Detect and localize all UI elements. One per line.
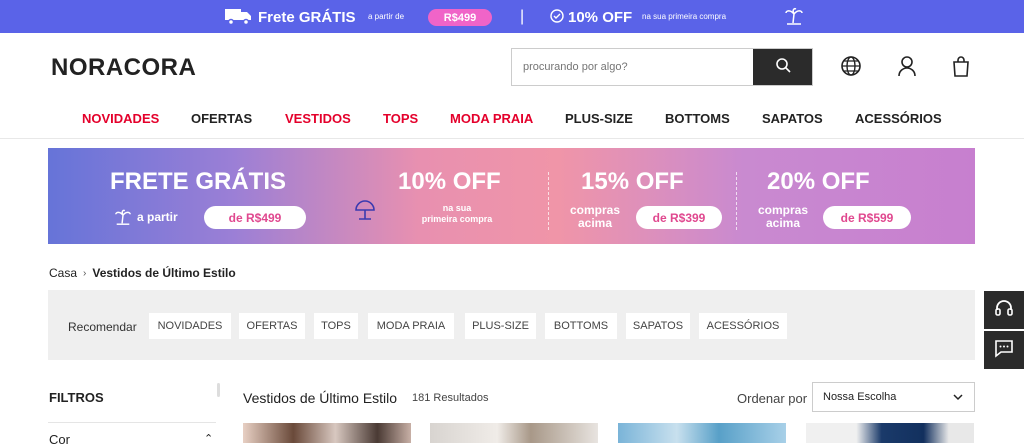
recommend-chip-sapatos[interactable]: SAPATOS xyxy=(626,313,690,339)
filters-title: FILTROS xyxy=(49,390,104,405)
header-divider xyxy=(0,138,1024,139)
banner-20-sub2: acima xyxy=(765,216,801,230)
banner-10-sub1: na sua xyxy=(442,203,472,213)
recommend-chip-ofertas[interactable]: OFERTAS xyxy=(239,313,305,339)
banner-free-pill: de R$499 xyxy=(204,206,306,229)
banner-10-off: 10% OFF xyxy=(398,168,501,195)
recommend-bar: Recomendar NOVIDADES OFERTAS TOPS MODA P… xyxy=(48,290,975,360)
recommend-chip-novidades[interactable]: NOVIDADES xyxy=(149,313,231,339)
search-box xyxy=(511,48,813,86)
filters-scrollbar[interactable] xyxy=(217,383,220,397)
promo-discount: 10% OFF xyxy=(568,9,633,26)
chevron-right-icon: › xyxy=(83,267,87,279)
chevron-up-icon[interactable]: ⌃ xyxy=(204,432,213,445)
banner-divider xyxy=(736,172,737,230)
banner-10-sub2: primeira compra xyxy=(421,214,493,224)
banner-20-off: 20% OFF xyxy=(767,168,870,195)
promo-bar: Frete GRÁTIS a partir de R$499 | 10% OFF… xyxy=(0,0,1024,33)
promo-banner[interactable]: FRETE GRÁTIS a partir de R$499 10% OFF n… xyxy=(48,148,975,244)
banner-15-sub1: compras xyxy=(569,203,621,217)
badge-icon xyxy=(550,9,564,28)
breadcrumb-current: Vestidos de Último Estilo xyxy=(92,266,236,280)
banner-20-pill: de R$599 xyxy=(823,206,911,229)
nav-item-ofertas[interactable]: OFERTAS xyxy=(191,111,252,126)
search-button[interactable] xyxy=(753,49,812,85)
promo-separator: | xyxy=(520,8,525,25)
recommend-chip-tops[interactable]: TOPS xyxy=(314,313,358,339)
nav-item-vestidos[interactable]: VESTIDOS xyxy=(285,111,351,126)
banner-15-sub2: acima xyxy=(577,216,613,230)
banner-20-sub1: compras xyxy=(757,203,809,217)
recommend-chip-plus-size[interactable]: PLUS-SIZE xyxy=(465,313,536,339)
customer-service-button[interactable] xyxy=(984,291,1024,329)
main-nav: NOVIDADES OFERTAS VESTIDOS TOPS MODA PRA… xyxy=(0,108,1024,138)
beach-umbrella-icon xyxy=(353,198,377,227)
product-image[interactable] xyxy=(243,423,411,443)
bag-icon[interactable] xyxy=(950,55,972,82)
sort-select[interactable]: Nossa Escolha xyxy=(812,382,975,412)
globe-icon[interactable] xyxy=(840,55,862,82)
chat-button[interactable] xyxy=(984,331,1024,369)
recommend-chip-acessorios[interactable]: ACESSÓRIOS xyxy=(699,313,787,339)
nav-item-bottoms[interactable]: BOTTOMS xyxy=(665,111,730,126)
sort-label: Ordenar por xyxy=(737,391,808,406)
user-icon[interactable] xyxy=(896,55,918,82)
truck-icon xyxy=(225,7,253,30)
chat-icon xyxy=(993,337,1015,364)
palm-tree-icon xyxy=(784,6,804,31)
product-image[interactable] xyxy=(430,423,598,443)
search-input[interactable] xyxy=(512,49,753,85)
promo-price-pill: R$499 xyxy=(428,9,492,26)
product-image[interactable] xyxy=(618,423,786,443)
banner-15-pill: de R$399 xyxy=(636,206,722,229)
results-title: Vestidos de Último Estilo xyxy=(243,390,398,406)
promo-from: a partir de xyxy=(368,12,405,21)
recommend-chip-moda-praia[interactable]: MODA PRAIA xyxy=(368,313,454,339)
recommend-chip-bottoms[interactable]: BOTTOMS xyxy=(545,313,617,339)
palm-tree-icon xyxy=(114,208,132,231)
nav-item-moda-praia[interactable]: MODA PRAIA xyxy=(450,111,533,126)
recommend-label: Recomendar xyxy=(68,320,137,334)
filters-divider xyxy=(48,422,216,423)
nav-item-plus-size[interactable]: PLUS-SIZE xyxy=(565,111,633,126)
breadcrumb: Casa › Vestidos de Último Estilo xyxy=(49,266,236,280)
headset-icon xyxy=(993,297,1015,324)
nav-item-acessorios[interactable]: ACESSÓRIOS xyxy=(855,111,942,126)
promo-free-shipping: Frete GRÁTIS xyxy=(258,9,356,26)
banner-free-from: a partir xyxy=(137,210,178,224)
banner-divider xyxy=(548,172,549,230)
breadcrumb-home[interactable]: Casa xyxy=(49,266,77,280)
product-image[interactable] xyxy=(806,423,974,443)
nav-item-novidades[interactable]: NOVIDADES xyxy=(82,111,159,126)
banner-15-off: 15% OFF xyxy=(581,168,684,195)
site-logo[interactable]: NORACORA xyxy=(51,54,196,82)
filter-color-label[interactable]: Cor xyxy=(49,432,70,447)
nav-item-sapatos[interactable]: SAPATOS xyxy=(762,111,823,126)
search-icon xyxy=(775,57,791,78)
promo-discount-sub: na sua primeira compra xyxy=(642,12,727,21)
results-count: 181 Resultados xyxy=(412,392,489,404)
nav-item-tops[interactable]: TOPS xyxy=(383,111,418,126)
chevron-down-icon xyxy=(952,391,964,406)
sort-value: Nossa Escolha xyxy=(823,391,897,403)
banner-free-title: FRETE GRÁTIS xyxy=(110,168,287,195)
